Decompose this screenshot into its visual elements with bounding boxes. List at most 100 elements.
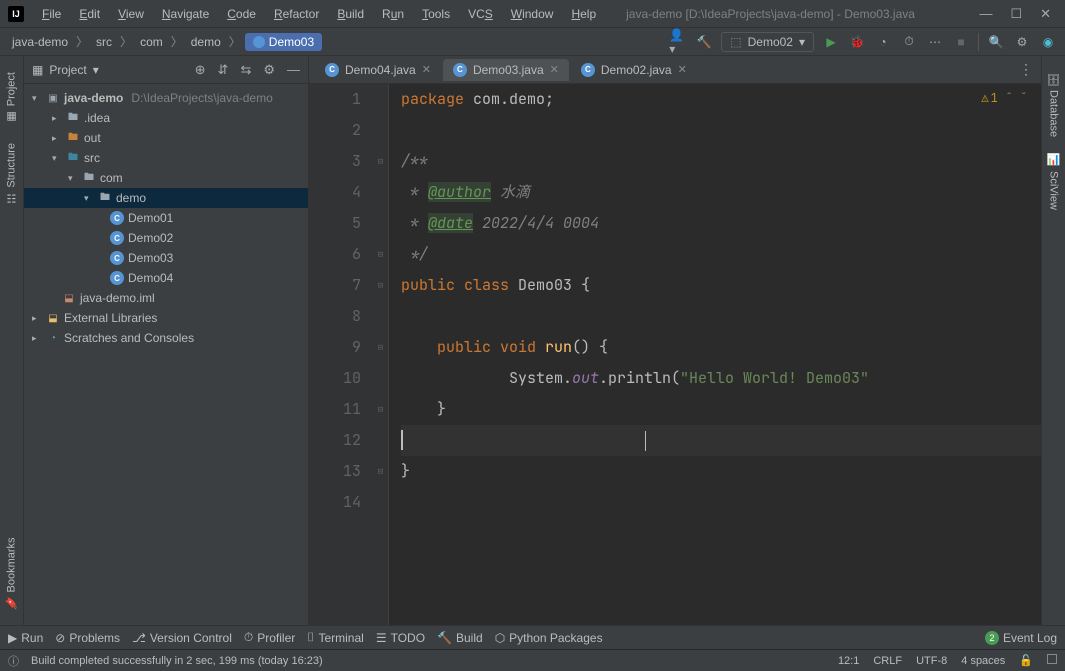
- bottom-tool-python[interactable]: ⬡Python Packages: [495, 631, 603, 645]
- bottom-tool-terminal[interactable]: ⌷Terminal: [307, 630, 364, 645]
- line-number: 12: [309, 425, 361, 456]
- crumb-com[interactable]: com: [136, 33, 167, 51]
- maximize-button[interactable]: ☐: [1010, 6, 1022, 22]
- debug-button[interactable]: 🐞: [848, 33, 866, 51]
- status-info-icon[interactable]: ⓘ: [8, 653, 19, 669]
- sidebar-tab-database[interactable]: 🗄Database: [1044, 64, 1063, 145]
- sidebar-tab-structure[interactable]: ☷Structure: [2, 135, 21, 213]
- tree-node-scratches[interactable]: ▸◔ Scratches and Consoles: [24, 328, 308, 348]
- cursor-position[interactable]: 12:1: [838, 655, 859, 667]
- expand-all-icon[interactable]: ⇵: [218, 62, 229, 78]
- fold-end-icon[interactable]: ⊟: [373, 456, 388, 487]
- menu-edit[interactable]: Edit: [71, 3, 108, 25]
- menu-view[interactable]: View: [110, 3, 152, 25]
- btool-label: Terminal: [318, 631, 363, 645]
- coverage-button[interactable]: ◔: [874, 33, 892, 51]
- crumb-project[interactable]: java-demo: [8, 33, 72, 51]
- run-config-selector[interactable]: ⬚ Demo02 ▾: [721, 32, 814, 52]
- structure-tool-icon: ☷: [5, 192, 18, 205]
- tree-node-demo[interactable]: ▾🖿 demo: [24, 188, 308, 208]
- crumb-src[interactable]: src: [92, 33, 116, 51]
- menu-tools[interactable]: Tools: [414, 3, 458, 25]
- editor-tab-demo04[interactable]: C Demo04.java ✕: [315, 59, 441, 81]
- fold-start-icon[interactable]: ⊟: [373, 332, 388, 363]
- tree-node-iml[interactable]: ⬓ java-demo.iml: [24, 288, 308, 308]
- editor-tab-demo03[interactable]: C Demo03.java ✕: [443, 59, 569, 81]
- bottom-tool-problems[interactable]: ⊘Problems: [55, 631, 120, 645]
- menu-run[interactable]: Run: [374, 3, 412, 25]
- tree-node-demo03[interactable]: C Demo03: [24, 248, 308, 268]
- btool-label: Event Log: [1003, 631, 1057, 645]
- menu-build[interactable]: Build: [329, 3, 372, 25]
- run-button[interactable]: ▶: [822, 33, 840, 51]
- stop-button[interactable]: ■: [952, 33, 970, 51]
- project-panel-header: ▦ Project ▾ ⊕ ⇵ ⇆ ⚙ —: [24, 56, 308, 84]
- project-tree[interactable]: ▾▣ java-demo D:\IdeaProjects\java-demo ▸…: [24, 84, 308, 625]
- editor-body[interactable]: ⚠1 ˆ ˇ 1 2 3 4 5 6 7 8 9 10 11 12 13 14: [309, 84, 1041, 625]
- memory-indicator[interactable]: [1047, 654, 1057, 667]
- next-highlight-icon[interactable]: ˇ: [1020, 91, 1027, 105]
- sidebar-tab-bookmarks[interactable]: 🔖Bookmarks: [2, 529, 21, 617]
- settings-icon[interactable]: ⚙: [1013, 33, 1031, 51]
- menu-code[interactable]: Code: [219, 3, 264, 25]
- tab-menu-icon[interactable]: ⋮: [1019, 61, 1033, 78]
- user-icon[interactable]: 👤▾: [669, 33, 687, 51]
- select-opened-icon[interactable]: ⊕: [195, 62, 206, 78]
- hide-icon[interactable]: —: [287, 62, 300, 78]
- hammer-icon[interactable]: 🔨: [695, 33, 713, 51]
- tree-node-com[interactable]: ▾🖿 com: [24, 168, 308, 188]
- tree-node-idea[interactable]: ▸🖿 .idea: [24, 108, 308, 128]
- close-button[interactable]: ✕: [1040, 6, 1051, 22]
- crumb-class[interactable]: Demo03: [245, 33, 322, 51]
- chevron-down-icon[interactable]: ▾: [93, 63, 99, 77]
- bottom-tool-todo[interactable]: ☰TODO: [376, 631, 425, 645]
- close-icon[interactable]: ✕: [678, 63, 687, 76]
- menu-window[interactable]: Window: [503, 3, 562, 25]
- tree-node-external-libs[interactable]: ▸⬓ External Libraries: [24, 308, 308, 328]
- code-content[interactable]: package com.demo; /** * @author 水滴 * @da…: [389, 84, 1041, 625]
- btool-label: Build: [456, 631, 483, 645]
- close-icon[interactable]: ✕: [550, 63, 559, 76]
- tree-node-root[interactable]: ▾▣ java-demo D:\IdeaProjects\java-demo: [24, 88, 308, 108]
- menu-navigate[interactable]: Navigate: [154, 3, 217, 25]
- readonly-lock-icon[interactable]: 🔓: [1019, 654, 1033, 667]
- warning-indicator[interactable]: ⚠1: [981, 90, 997, 106]
- collapse-all-icon[interactable]: ⇆: [240, 62, 251, 78]
- menu-vcs[interactable]: VCS: [460, 3, 501, 25]
- navbar: java-demo〉 src〉 com〉 demo〉 Demo03 👤▾ 🔨 ⬚…: [0, 28, 1065, 56]
- crumb-demo[interactable]: demo: [187, 33, 225, 51]
- prev-highlight-icon[interactable]: ˆ: [1006, 91, 1013, 105]
- bottom-tool-build[interactable]: 🔨Build: [437, 631, 483, 645]
- fold-gutter[interactable]: ⊟ ⊟ ⊟ ⊟ ⊟ ⊟: [373, 84, 389, 625]
- menu-file[interactable]: File: [34, 3, 69, 25]
- fold-end-icon[interactable]: ⊟: [373, 394, 388, 425]
- fold-start-icon[interactable]: ⊟: [373, 146, 388, 177]
- menu-help[interactable]: Help: [563, 3, 604, 25]
- search-everywhere-icon[interactable]: 🔍: [987, 33, 1005, 51]
- close-icon[interactable]: ✕: [422, 63, 431, 76]
- profile-button[interactable]: ⏱: [900, 33, 918, 51]
- tree-node-demo01[interactable]: C Demo01: [24, 208, 308, 228]
- bottom-tool-eventlog[interactable]: 2Event Log: [985, 631, 1057, 645]
- sidebar-tab-project[interactable]: ▦Project: [2, 64, 21, 131]
- bottom-tool-run[interactable]: ▶Run: [8, 631, 43, 645]
- project-panel-title[interactable]: Project: [49, 63, 86, 77]
- file-encoding[interactable]: UTF-8: [916, 655, 947, 667]
- dotdot-icon[interactable]: ⋯: [926, 33, 944, 51]
- tree-node-src[interactable]: ▾🖿 src: [24, 148, 308, 168]
- fold-end-icon[interactable]: ⊟: [373, 239, 388, 270]
- tree-node-demo02[interactable]: C Demo02: [24, 228, 308, 248]
- minimize-button[interactable]: —: [979, 6, 992, 21]
- menu-refactor[interactable]: Refactor: [266, 3, 327, 25]
- bottom-tool-profiler[interactable]: ⏱Profiler: [244, 630, 295, 645]
- tree-node-out[interactable]: ▸🖿 out: [24, 128, 308, 148]
- plugin-icon[interactable]: ◉: [1039, 33, 1057, 51]
- editor-tab-demo02[interactable]: C Demo02.java ✕: [571, 59, 697, 81]
- fold-start-icon[interactable]: ⊟: [373, 270, 388, 301]
- tree-node-demo04[interactable]: C Demo04: [24, 268, 308, 288]
- gear-icon[interactable]: ⚙: [263, 62, 275, 78]
- line-separator[interactable]: CRLF: [873, 655, 902, 667]
- sidebar-tab-sciview[interactable]: 📊SciView: [1044, 145, 1063, 217]
- bottom-tool-vcs[interactable]: ⎇Version Control: [132, 631, 232, 645]
- indent-info[interactable]: 4 spaces: [961, 655, 1005, 667]
